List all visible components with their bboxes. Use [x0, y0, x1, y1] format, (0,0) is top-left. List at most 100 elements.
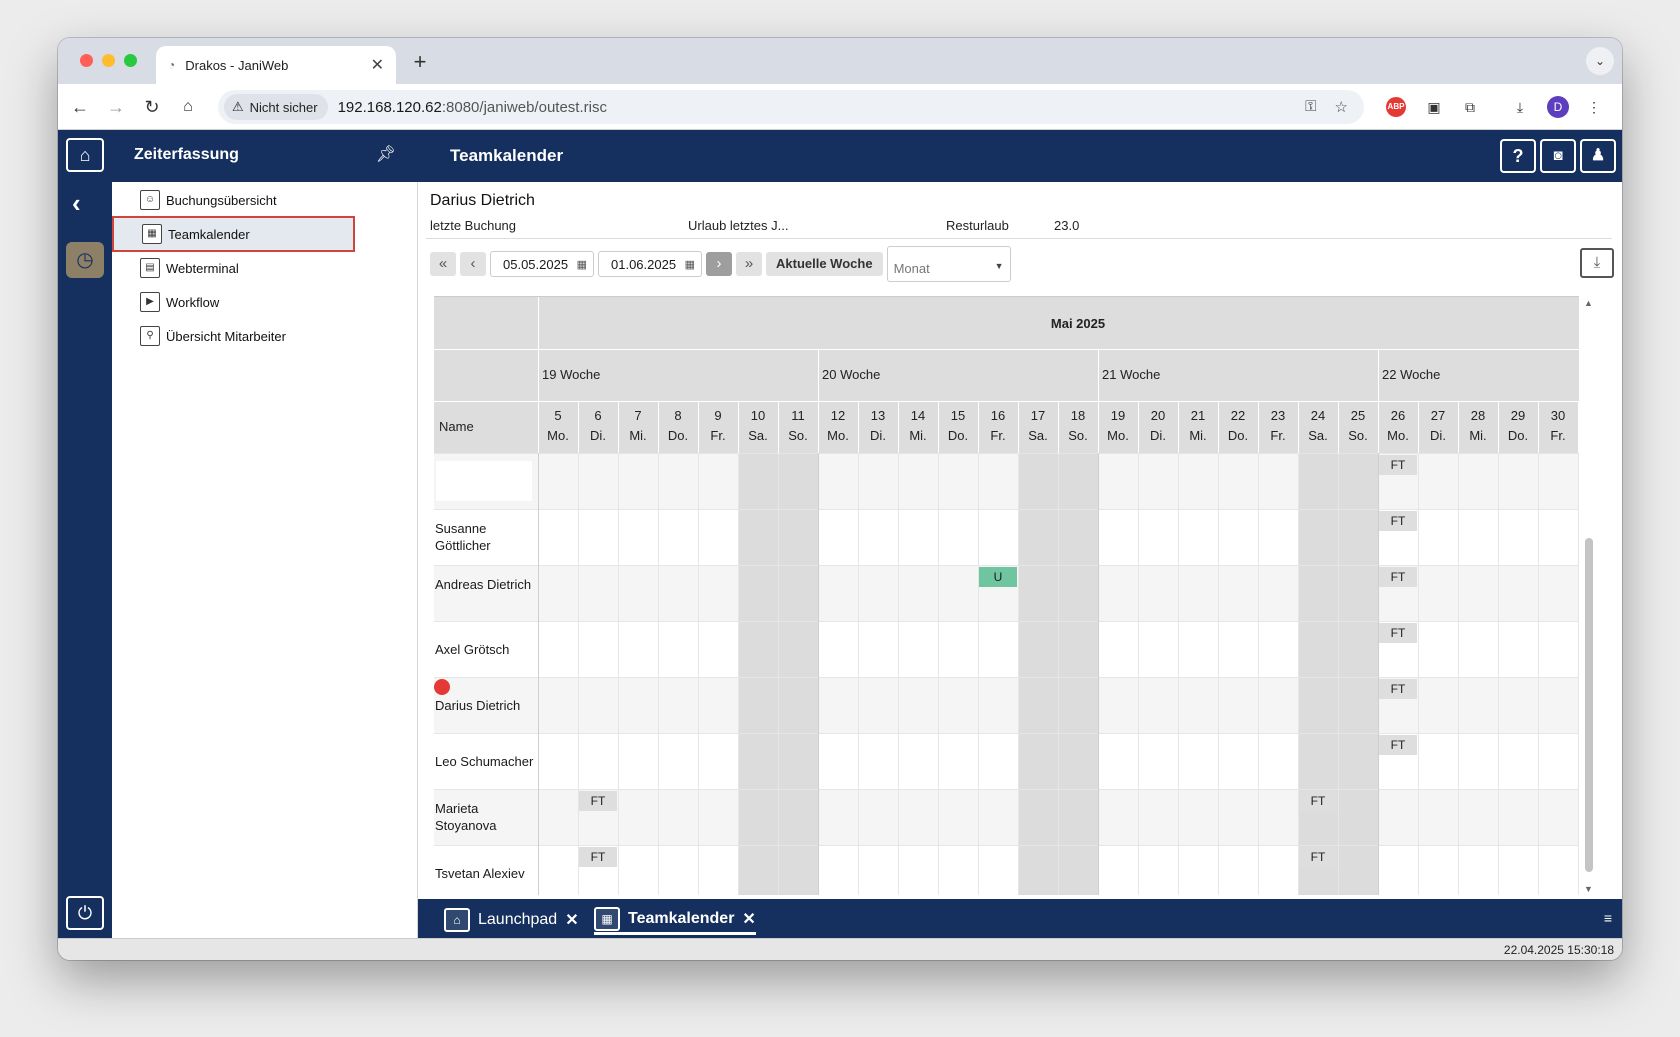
day-cell[interactable] [658, 677, 698, 733]
day-cell[interactable] [658, 621, 698, 677]
security-chip[interactable]: ⚠ Nicht sicher [224, 94, 328, 120]
day-cell[interactable] [1418, 565, 1458, 621]
day-cell[interactable] [1258, 565, 1298, 621]
date-from-field[interactable]: 05.05.2025 ▦ [490, 251, 594, 277]
tab-close-icon[interactable]: ✕ [371, 55, 384, 75]
employee-row-name[interactable]: Axel Grötsch [435, 641, 537, 658]
calendar-scrollbar[interactable]: ▲ ▼ [1582, 296, 1596, 896]
reload-icon[interactable]: ↻ [138, 93, 166, 121]
chat-icon[interactable]: ◙ [1540, 139, 1576, 173]
power-icon[interactable]: ⏻ [66, 896, 104, 930]
day-cell[interactable] [698, 733, 738, 789]
day-cell[interactable] [1498, 845, 1538, 895]
weekend-cell[interactable] [1578, 453, 1579, 509]
day-cell[interactable] [1138, 453, 1178, 509]
employee-row-name[interactable]: Darius Dietrich [435, 697, 537, 714]
vacation-entry[interactable]: U [979, 567, 1017, 587]
weekend-cell[interactable] [778, 733, 818, 789]
day-cell[interactable] [938, 789, 978, 845]
holiday-entry[interactable]: FT [579, 791, 617, 811]
weekend-cell[interactable] [738, 677, 778, 733]
day-cell[interactable] [618, 733, 658, 789]
holiday-entry[interactable]: FT [1379, 735, 1417, 755]
day-cell[interactable] [698, 453, 738, 509]
day-cell[interactable] [1138, 621, 1178, 677]
day-cell[interactable] [1418, 453, 1458, 509]
next-icon[interactable]: › [706, 252, 732, 276]
day-cell[interactable] [658, 453, 698, 509]
scrollbar-thumb[interactable] [1585, 538, 1593, 872]
day-cell[interactable] [1138, 789, 1178, 845]
day-cell[interactable] [858, 509, 898, 565]
day-cell[interactable] [1178, 733, 1218, 789]
employee-row-name[interactable]: Andreas Dietrich [435, 576, 535, 593]
day-cell[interactable] [1538, 677, 1578, 733]
day-cell[interactable] [1538, 621, 1578, 677]
date-to-field[interactable]: 01.06.2025 ▦ [598, 251, 702, 277]
profile-avatar[interactable]: D [1547, 96, 1569, 118]
weekend-cell[interactable] [1338, 845, 1378, 895]
day-cell[interactable] [1458, 733, 1498, 789]
weekend-cell[interactable] [738, 845, 778, 895]
back-chevron-icon[interactable]: ‹ [72, 188, 81, 219]
weekend-cell[interactable] [1578, 677, 1579, 733]
weekend-cell[interactable] [1058, 565, 1098, 621]
weekend-cell[interactable] [1578, 733, 1579, 789]
day-cell[interactable] [1098, 733, 1138, 789]
weekend-cell[interactable] [1018, 845, 1058, 895]
day-cell[interactable] [1098, 621, 1138, 677]
day-cell[interactable] [1498, 677, 1538, 733]
weekend-cell[interactable] [1058, 845, 1098, 895]
day-cell[interactable] [1178, 789, 1218, 845]
day-cell[interactable] [1498, 453, 1538, 509]
day-cell[interactable] [1218, 565, 1258, 621]
day-cell[interactable] [578, 621, 618, 677]
close-window-button[interactable] [80, 54, 93, 67]
weekend-cell[interactable] [738, 733, 778, 789]
sidebar-item-webterminal[interactable]: ▤ Webterminal [112, 250, 417, 286]
day-cell[interactable] [858, 845, 898, 895]
weekend-cell[interactable] [1338, 621, 1378, 677]
day-cell[interactable] [818, 677, 858, 733]
sidebar-item-teamkalender[interactable]: ▦ Teamkalender [112, 216, 355, 252]
weekend-cell[interactable] [1298, 733, 1338, 789]
day-cell[interactable] [698, 621, 738, 677]
day-cell[interactable] [1178, 509, 1218, 565]
weekend-cell[interactable] [1338, 677, 1378, 733]
new-tab-button[interactable]: + [406, 48, 434, 76]
day-cell[interactable] [978, 733, 1018, 789]
weekend-cell[interactable] [1018, 789, 1058, 845]
browser-tab[interactable]: ◔ Drakos - JaniWeb ✕ [156, 46, 396, 84]
day-cell[interactable] [1218, 677, 1258, 733]
weekend-cell[interactable] [1018, 453, 1058, 509]
day-cell[interactable] [1538, 733, 1578, 789]
weekend-cell[interactable] [778, 845, 818, 895]
day-cell[interactable] [938, 565, 978, 621]
weekend-cell[interactable] [738, 453, 778, 509]
day-cell[interactable] [1458, 845, 1498, 895]
weekend-cell[interactable] [1578, 509, 1579, 565]
day-cell[interactable] [538, 453, 578, 509]
weekend-cell[interactable] [1338, 509, 1378, 565]
day-cell[interactable] [1138, 509, 1178, 565]
day-cell[interactable] [978, 509, 1018, 565]
day-cell[interactable] [1258, 509, 1298, 565]
day-cell[interactable] [698, 677, 738, 733]
day-cell[interactable] [1498, 789, 1538, 845]
holiday-entry[interactable]: FT [1299, 791, 1337, 811]
day-cell[interactable] [898, 621, 938, 677]
day-cell[interactable] [1418, 733, 1458, 789]
day-cell[interactable] [858, 621, 898, 677]
holiday-entry[interactable]: FT [1379, 679, 1417, 699]
day-cell[interactable] [1178, 677, 1218, 733]
day-cell[interactable] [858, 789, 898, 845]
maximize-window-button[interactable] [124, 54, 137, 67]
day-cell[interactable] [1418, 789, 1458, 845]
holiday-entry[interactable]: FT [1379, 623, 1417, 643]
day-cell[interactable] [1458, 789, 1498, 845]
day-cell[interactable] [938, 677, 978, 733]
weekend-cell[interactable] [1298, 565, 1338, 621]
day-cell[interactable] [1218, 453, 1258, 509]
day-cell[interactable] [938, 453, 978, 509]
day-cell[interactable] [1098, 789, 1138, 845]
